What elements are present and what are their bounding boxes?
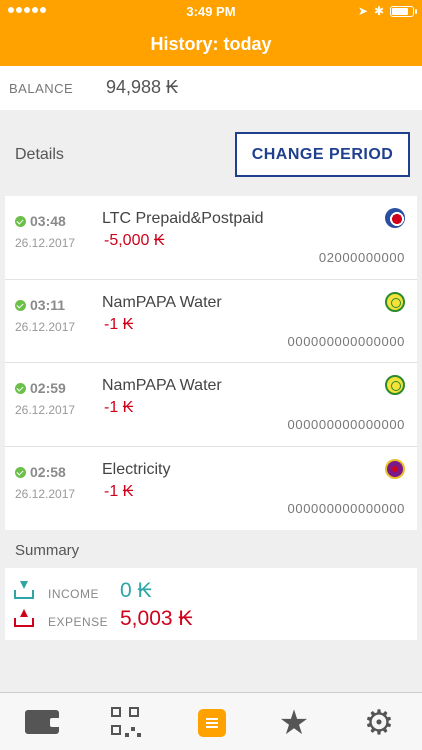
success-check-icon: [15, 466, 26, 478]
transaction-amount: -1 ₭: [104, 315, 134, 333]
ltc-logo-icon: [385, 208, 405, 228]
transaction-name: Electricity: [102, 460, 171, 478]
transaction-name: NamPAPA Water: [102, 377, 222, 394]
location-icon: ➤: [357, 4, 368, 18]
transaction-account: 000000000000000: [287, 333, 405, 349]
water-logo-icon: [385, 375, 405, 395]
transaction-time: 03:48: [30, 213, 66, 229]
status-right-icons: ➤ ✱: [357, 4, 417, 18]
details-label: Details: [15, 146, 64, 163]
transaction-amount: -5,000 ₭: [104, 232, 165, 249]
success-check-icon: [15, 383, 26, 394]
transaction-date: 26.12.2017: [15, 403, 76, 417]
transaction-row[interactable]: 02:58 26.12.2017 Electricity -1 ₭ 000000…: [5, 447, 417, 531]
bluetooth-icon: ✱: [373, 4, 384, 18]
transaction-time: 03:11: [30, 296, 66, 313]
income-value: 0 ₭: [120, 579, 152, 602]
transaction-row[interactable]: 03:48 26.12.2017 LTC Prepaid&Postpaid -5…: [5, 196, 417, 280]
transaction-account: 02000000000: [318, 250, 405, 265]
transaction-account: 000000000000000: [287, 417, 405, 432]
transaction-time: 02:59: [30, 380, 66, 396]
expense-label: EXPENSE: [48, 615, 109, 629]
qr-code-icon[interactable]: [109, 707, 145, 739]
transaction-time: 02:58: [30, 463, 66, 480]
change-period-button[interactable]: CHANGE PERIOD: [235, 132, 410, 177]
transaction-name: LTC Prepaid&Postpaid: [102, 210, 264, 227]
settings-gear-icon[interactable]: ⚙: [361, 706, 397, 740]
battery-icon: [390, 5, 417, 17]
summary-receipt: INCOME 0 ₭ EXPENSE 5,003 ₭: [5, 564, 417, 640]
transaction-date: 26.12.2017: [15, 319, 76, 334]
balance-label: BALANCE: [9, 81, 74, 96]
transaction-account: 000000000000000: [287, 500, 405, 516]
electricity-logo-icon: [385, 458, 405, 479]
transaction-amount: -1 ₭: [104, 399, 134, 416]
expense-row: EXPENSE 5,003 ₭: [5, 606, 417, 632]
water-logo-icon: [385, 291, 405, 312]
expense-value: 5,003 ₭: [120, 607, 193, 630]
transaction-name: NamPAPA Water: [102, 293, 222, 311]
favorites-star-icon[interactable]: ★: [276, 706, 312, 740]
page-title: History: today: [0, 22, 422, 66]
transaction-date: 26.12.2017: [15, 486, 76, 501]
transaction-row[interactable]: 03:11 26.12.2017 NamPAPA Water -1 ₭ 0000…: [5, 280, 417, 363]
tab-bar: ★ ⚙: [0, 692, 422, 750]
wallet-icon[interactable]: [24, 707, 60, 739]
transaction-list: 03:48 26.12.2017 LTC Prepaid&Postpaid -5…: [5, 196, 417, 530]
balance-value: 94,988 ₭: [106, 77, 179, 97]
status-bar: 3:49 PM ➤ ✱: [0, 0, 422, 22]
history-icon[interactable]: [194, 707, 230, 739]
transaction-date: 26.12.2017: [15, 236, 76, 250]
success-check-icon: [15, 216, 26, 227]
transaction-amount: -1 ₭: [104, 482, 134, 500]
summary-label: Summary: [15, 542, 80, 559]
success-check-icon: [15, 299, 26, 311]
income-row: INCOME 0 ₭: [5, 578, 417, 604]
balance-row: BALANCE 94,988 ₭: [0, 66, 422, 110]
expense-icon: [14, 609, 34, 627]
income-icon: [14, 581, 34, 599]
income-label: INCOME: [48, 587, 99, 601]
transaction-row[interactable]: 02:59 26.12.2017 NamPAPA Water -1 ₭ 0000…: [5, 363, 417, 447]
